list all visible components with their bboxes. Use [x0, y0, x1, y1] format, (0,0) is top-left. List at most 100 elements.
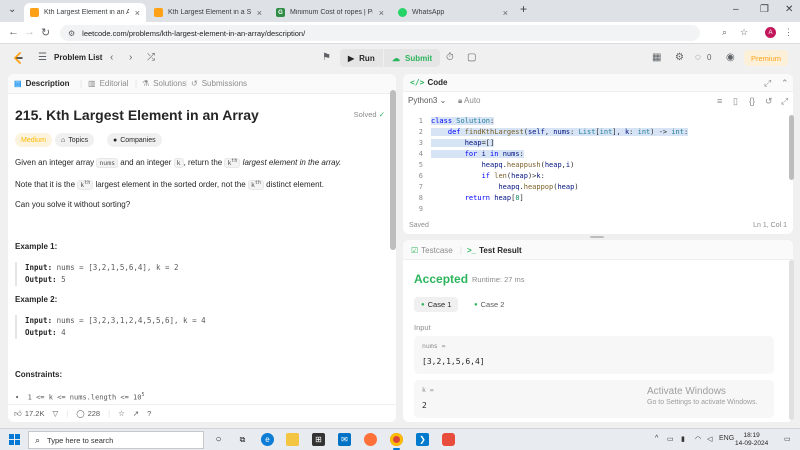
difficulty-badge: Medium — [15, 133, 52, 147]
tab-test-result[interactable]: >_ Test Result — [467, 246, 522, 255]
site-info-icon[interactable]: ⚙ — [68, 29, 75, 38]
input-language[interactable]: ENG — [719, 435, 734, 442]
problem-list-icon[interactable]: ☰ — [38, 52, 47, 63]
user-avatar-icon[interactable]: ◉ — [726, 52, 735, 63]
tab-description[interactable]: ▤ Description — [14, 79, 70, 88]
tab-label: Testcase — [421, 246, 453, 255]
maximize-panel-icon[interactable]: ⤢ — [764, 78, 771, 89]
profile-avatar[interactable]: A — [765, 27, 776, 38]
cortana-icon[interactable]: ○ — [212, 433, 225, 446]
battery-icon[interactable]: ▮ — [681, 435, 685, 443]
firefox-icon[interactable] — [364, 433, 377, 446]
panel-resize-handle[interactable] — [590, 236, 604, 238]
braces-icon[interactable]: {} — [749, 96, 755, 106]
url-field[interactable]: ⚙ leetcode.com/problems/kth-largest-elem… — [60, 25, 700, 41]
layout-icon[interactable]: ▦ — [652, 52, 661, 63]
companies-chip[interactable]: ● Companies — [107, 133, 162, 147]
close-tab-icon[interactable]: × — [503, 8, 508, 18]
network-icon[interactable]: ▭ — [667, 435, 674, 443]
follow-up-question: Can you solve it without sorting? — [15, 200, 131, 209]
problem-title[interactable]: 215. Kth Largest Element in an Array — [15, 107, 259, 123]
system-clock[interactable]: 18:19 14-09-2024 — [735, 432, 768, 448]
close-window-icon[interactable]: ✕ — [785, 4, 793, 15]
chrome-icon[interactable] — [390, 433, 403, 450]
forward-icon[interactable]: → — [24, 26, 35, 38]
superscript: th — [84, 180, 91, 186]
language-select[interactable]: Python3 ⌄ — [408, 96, 446, 105]
notes-icon[interactable]: ▢ — [467, 52, 476, 63]
zoom-icon[interactable]: ⌕ — [722, 27, 727, 38]
bookmark-star-icon[interactable]: ☆ — [740, 27, 748, 38]
lock-icon: ● — [113, 136, 118, 144]
tab-label: Test Result — [479, 246, 522, 255]
windows-start-icon[interactable] — [9, 434, 20, 445]
taskbar-search-box[interactable]: ⌕ Type here to search — [28, 431, 204, 449]
share-button[interactable]: ↗ — [133, 409, 139, 418]
vscode-icon[interactable]: ❯ — [416, 433, 429, 446]
save-status: Saved — [409, 222, 429, 229]
browser-tab-whatsapp[interactable]: WhatsApp × — [392, 3, 514, 22]
watermark-title: Activate Windows — [647, 386, 726, 397]
reload-icon[interactable]: ↻ — [41, 26, 50, 39]
mail-icon[interactable]: ✉ — [338, 433, 351, 446]
bookmark-icon[interactable]: ▯ — [733, 96, 738, 107]
dislike-button[interactable]: ▽ — [52, 409, 58, 418]
timer-icon[interactable]: ⏱ — [446, 52, 454, 63]
wifi-icon[interactable]: ◠ — [695, 435, 701, 443]
streak-icon[interactable]: ◌ — [695, 52, 701, 63]
collapse-panel-icon[interactable]: ⌃ — [781, 78, 789, 89]
tab-search-icon[interactable]: ⌄ — [8, 4, 16, 15]
edge-icon[interactable]: e — [261, 433, 274, 446]
tab-testcase[interactable]: ☑ Testcase — [411, 246, 453, 255]
close-tab-icon[interactable]: × — [257, 8, 262, 18]
fullscreen-icon[interactable]: ⤢ — [781, 96, 788, 107]
volume-icon[interactable]: ◁ — [707, 435, 712, 443]
debugger-icon[interactable]: ⚑ — [322, 52, 331, 63]
tray-expand-icon[interactable]: ^ — [655, 435, 658, 442]
tab-title: Kth Largest Element in a Stream — [168, 9, 251, 16]
minimize-icon[interactable]: – — [733, 4, 739, 15]
like-button[interactable]: 👍︎ 17.2K — [14, 409, 44, 419]
comments-button[interactable]: ◯ 228 — [76, 409, 100, 418]
description-scrollbar[interactable] — [390, 90, 396, 250]
random-problem-icon[interactable]: ⤮ — [147, 52, 155, 63]
topics-chip[interactable]: ⌂ Topics — [55, 133, 95, 147]
maximize-icon[interactable]: ❐ — [760, 4, 769, 15]
next-problem-icon[interactable]: › — [129, 52, 132, 63]
tab-solutions[interactable]: ⚗ Solutions — [142, 79, 186, 88]
constraint-text: 1 <= k <= nums.length <= 10 — [27, 393, 142, 402]
app-icon[interactable] — [442, 433, 455, 446]
premium-button[interactable]: Premium — [744, 50, 789, 66]
leetcode-logo-icon[interactable] — [12, 52, 24, 64]
store-icon[interactable]: ⊞ — [312, 433, 325, 446]
favorite-button[interactable]: ☆ — [118, 409, 125, 418]
tab-editorial[interactable]: ▥ Editorial — [88, 79, 128, 88]
problem-list-link[interactable]: Problem List — [54, 53, 102, 62]
code-editor[interactable]: 1 2 3 4 5 6 7 8 9 class Solution: def fi… — [403, 115, 793, 215]
browser-tab-gfg[interactable]: G Minimum Cost of ropes | Practice × — [270, 3, 390, 22]
code-scrollbar[interactable] — [789, 115, 794, 180]
submit-button[interactable]: ☁ Submit — [384, 49, 441, 67]
back-icon[interactable]: ← — [8, 26, 19, 38]
notifications-icon[interactable]: ▭ — [784, 435, 791, 443]
help-button[interactable]: ? — [147, 409, 151, 418]
close-tab-icon[interactable]: × — [135, 8, 140, 18]
file-explorer-icon[interactable] — [286, 433, 299, 446]
task-view-icon[interactable]: ⧉ — [236, 433, 249, 446]
line-number: 7 — [418, 183, 423, 191]
close-tab-icon[interactable]: × — [379, 8, 384, 18]
case-1-tab[interactable]: ● Case 1 — [414, 297, 459, 312]
browser-tab-kth-largest-stream[interactable]: Kth Largest Element in a Stream × — [148, 3, 268, 22]
browser-tab-kth-largest-array[interactable]: Kth Largest Element in an Array × — [24, 3, 146, 22]
reset-code-icon[interactable]: ↺ — [765, 96, 773, 107]
case-2-tab[interactable]: ● Case 2 — [467, 297, 511, 312]
autosave-toggle[interactable]: 🔒︎ Auto — [458, 96, 481, 106]
settings-gear-icon[interactable]: ⚙ — [675, 52, 684, 63]
url-text: leetcode.com/problems/kth-largest-elemen… — [82, 28, 306, 38]
new-tab-icon[interactable]: + — [520, 2, 527, 16]
browser-menu-icon[interactable]: ⋮ — [784, 27, 793, 38]
tab-submissions[interactable]: ↺ Submissions — [191, 79, 247, 88]
prev-problem-icon[interactable]: ‹ — [110, 52, 113, 63]
format-code-icon[interactable]: ≡ — [717, 96, 722, 106]
run-button[interactable]: ▶ Run — [340, 49, 383, 67]
